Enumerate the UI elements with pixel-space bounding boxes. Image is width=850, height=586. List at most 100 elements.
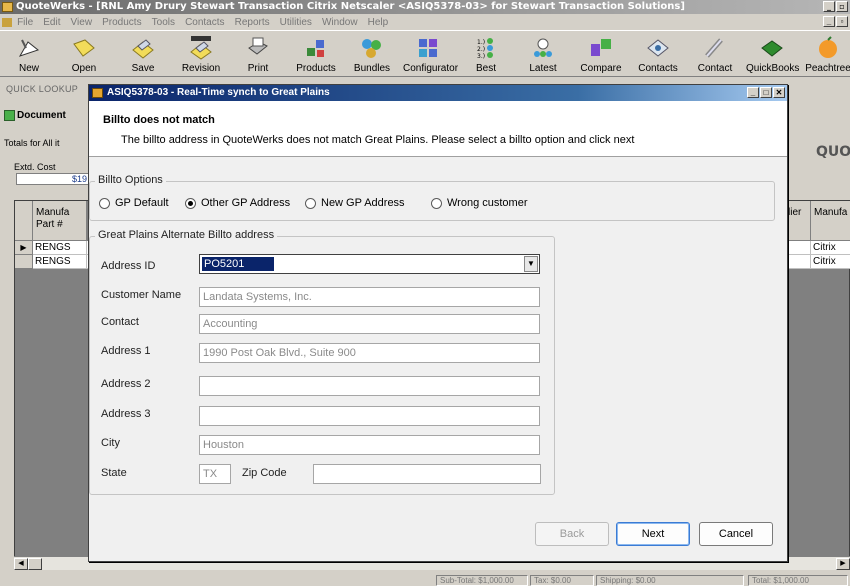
address-id-combo[interactable]: PO5201 ▼ bbox=[199, 254, 540, 274]
status-shipping: Shipping: $0.00 bbox=[596, 575, 744, 586]
menu-contacts[interactable]: Contacts bbox=[185, 17, 224, 28]
address3-field[interactable] bbox=[199, 406, 540, 426]
toolbar-products-button[interactable]: Products bbox=[290, 33, 342, 77]
cancel-button[interactable]: Cancel bbox=[699, 522, 773, 546]
dialog-title-bar: ASIQ5378-03 - Real-Time synch to Great P… bbox=[89, 85, 787, 101]
status-total: Total: $1,000.00 bbox=[748, 575, 848, 586]
chevron-down-icon[interactable]: ▼ bbox=[524, 256, 538, 272]
radio-circle[interactable] bbox=[99, 197, 110, 209]
revision-icon bbox=[190, 36, 212, 60]
dialog-app-icon bbox=[92, 88, 103, 98]
menu-edit[interactable]: Edit bbox=[43, 17, 60, 28]
toolbar-save-button[interactable]: Save bbox=[117, 33, 169, 77]
status-subtotal: Sub-Total: $1,000.00 bbox=[436, 575, 528, 586]
part-cell[interactable]: RENGS bbox=[33, 241, 87, 255]
address2-field[interactable] bbox=[199, 376, 540, 396]
grid-header-supplier[interactable]: lier bbox=[785, 201, 811, 241]
grid-header-manufacturer[interactable]: Manufa bbox=[811, 201, 850, 241]
current-row-indicator-icon: ▶ bbox=[15, 241, 33, 255]
state-label: State bbox=[101, 467, 127, 479]
menu-window[interactable]: Window bbox=[322, 17, 358, 28]
toolbar-open-button[interactable]: Open bbox=[58, 33, 110, 77]
dialog-minimize-icon[interactable]: _ bbox=[747, 87, 759, 98]
zip-code-field[interactable] bbox=[313, 464, 541, 484]
dialog-header: Billto does not match The billto address… bbox=[89, 101, 787, 157]
radio-circle-selected[interactable] bbox=[185, 197, 196, 209]
configurator-icon bbox=[419, 39, 437, 57]
dialog-maximize-icon[interactable]: □ bbox=[760, 87, 772, 98]
dialog-close-icon[interactable]: ✕ bbox=[773, 87, 785, 98]
city-field[interactable]: Houston bbox=[199, 435, 540, 455]
menu-view[interactable]: View bbox=[71, 17, 93, 28]
customer-name-field[interactable]: Landata Systems, Inc. bbox=[199, 287, 540, 307]
radio-circle[interactable] bbox=[305, 197, 316, 209]
app-title-bar: QuoteWerks - [RNL Amy Drury Stewart Tran… bbox=[0, 0, 850, 14]
back-button[interactable]: Back bbox=[535, 522, 609, 546]
peachtree-icon bbox=[819, 36, 837, 58]
address-id-value: PO5201 bbox=[202, 257, 274, 271]
quick-lookup-label[interactable]: QUICK LOOKUP bbox=[0, 78, 90, 100]
city-label: City bbox=[101, 437, 120, 449]
toolbar-revision-button[interactable]: Revision bbox=[175, 33, 227, 77]
menu-products[interactable]: Products bbox=[102, 17, 141, 28]
quickbooks-icon bbox=[761, 40, 783, 57]
menu-file[interactable]: File bbox=[17, 17, 33, 28]
toolbar-bundles-button[interactable]: Bundles bbox=[346, 33, 398, 77]
toolbar-latest-button[interactable]: Latest bbox=[517, 33, 569, 77]
app-window-controls: _ ▫ bbox=[823, 1, 848, 12]
svg-text:3.): 3.) bbox=[477, 53, 485, 60]
radio-other-gp-address[interactable]: Other GP Address bbox=[185, 197, 290, 209]
toolbar-quickbooks-button[interactable]: QuickBooks bbox=[746, 33, 799, 77]
app-title: QuoteWerks - [RNL Amy Drury Stewart Tran… bbox=[16, 1, 685, 12]
radio-circle[interactable] bbox=[431, 197, 442, 209]
minimize-icon[interactable]: _ bbox=[823, 1, 835, 12]
toolbar-compare-button[interactable]: Compare bbox=[575, 33, 627, 77]
bundles-icon bbox=[362, 39, 381, 58]
scroll-thumb[interactable] bbox=[28, 558, 42, 570]
address3-label: Address 3 bbox=[101, 408, 151, 420]
scroll-right-icon[interactable]: ▶ bbox=[836, 558, 850, 570]
radio-wrong-customer[interactable]: Wrong customer bbox=[431, 197, 528, 209]
state-field[interactable]: TX bbox=[199, 464, 231, 484]
address1-field[interactable]: 1990 Post Oak Blvd., Suite 900 bbox=[199, 343, 540, 363]
part-cell[interactable]: RENGS bbox=[33, 255, 87, 269]
doc-restore-icon[interactable]: ▫ bbox=[836, 16, 848, 27]
toolbar-peachtree-button[interactable]: Peachtree bbox=[802, 33, 850, 77]
save-icon bbox=[132, 39, 154, 59]
grid-header-manufacturer-part[interactable]: Manufa Part # bbox=[33, 201, 87, 241]
row-selector bbox=[15, 255, 33, 269]
manufacturer-cell[interactable]: Citrix bbox=[811, 255, 850, 269]
contacts-icon bbox=[647, 39, 669, 57]
toolbar-new-button[interactable]: New bbox=[3, 33, 55, 77]
document-tab[interactable]: Document bbox=[4, 108, 86, 124]
radio-new-gp-address[interactable]: New GP Address bbox=[305, 197, 405, 209]
document-window-controls: _ ▫ bbox=[823, 16, 848, 27]
document-menu-icon[interactable] bbox=[2, 17, 12, 27]
customer-name-label: Customer Name bbox=[101, 289, 182, 301]
menu-tools[interactable]: Tools bbox=[152, 17, 175, 28]
restore-icon[interactable]: ▫ bbox=[836, 1, 848, 12]
toolbar-configurator-button[interactable]: Configurator bbox=[403, 33, 458, 77]
toolbar-contact-button[interactable]: Contact bbox=[689, 33, 741, 77]
toolbar-print-button[interactable]: Print bbox=[232, 33, 284, 77]
toolbar-contacts-button[interactable]: Contacts bbox=[632, 33, 684, 77]
great-plains-sync-dialog: ASIQ5378-03 - Real-Time synch to Great P… bbox=[88, 84, 788, 562]
contact-field[interactable]: Accounting bbox=[199, 314, 540, 334]
totals-label: Totals for All it bbox=[4, 138, 60, 148]
menu-utilities[interactable]: Utilities bbox=[280, 17, 312, 28]
alternate-address-group bbox=[89, 236, 555, 495]
scroll-left-icon[interactable]: ◀ bbox=[14, 558, 28, 570]
menu-reports[interactable]: Reports bbox=[235, 17, 270, 28]
menu-help[interactable]: Help bbox=[368, 17, 389, 28]
next-button[interactable]: Next bbox=[616, 522, 690, 546]
radio-gp-default[interactable]: GP Default bbox=[99, 197, 169, 209]
svg-text:1.): 1.) bbox=[477, 39, 485, 46]
toolbar-best-button[interactable]: 1.) 2.) 3.) Best bbox=[460, 33, 512, 77]
manufacturer-cell[interactable]: Citrix bbox=[811, 241, 850, 255]
document-icon bbox=[4, 109, 15, 121]
open-icon bbox=[73, 39, 95, 57]
dialog-window-controls: _ □ ✕ bbox=[747, 87, 785, 98]
doc-minimize-icon[interactable]: _ bbox=[823, 16, 835, 27]
dialog-heading: Billto does not match bbox=[103, 114, 215, 126]
extd-cost-value: $19 bbox=[16, 173, 92, 185]
